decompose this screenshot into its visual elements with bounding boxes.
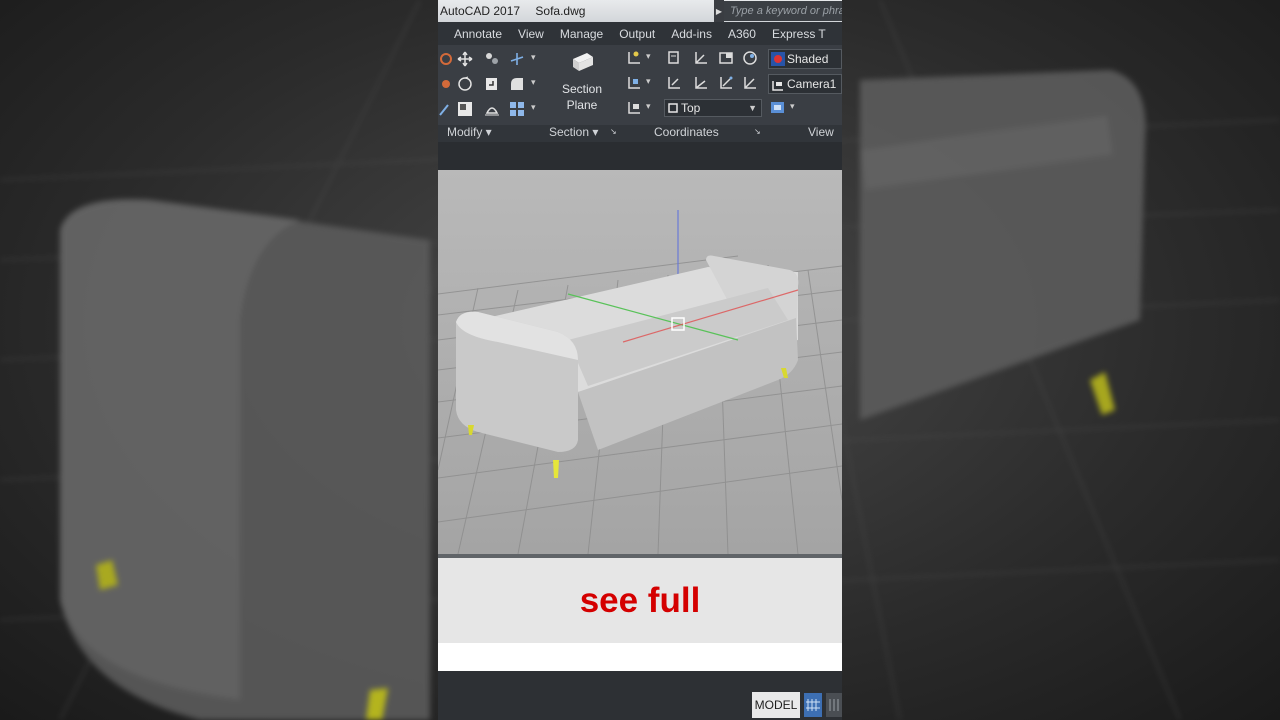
ucs-view-dropdown-icon[interactable]: ▾ [646, 101, 651, 112]
ucs-dropdown-icon[interactable]: ▾ [646, 51, 651, 62]
section-launcher-icon[interactable]: ↘ [610, 127, 617, 136]
caption-banner: see full [438, 558, 842, 643]
ucs-view-icon[interactable] [626, 100, 642, 116]
panel-view-label[interactable]: View [808, 125, 834, 139]
ucs-previous-icon[interactable] [742, 50, 758, 66]
copy-icon[interactable] [484, 51, 500, 67]
camera-button[interactable]: Camera1 [768, 74, 842, 94]
visual-style-label: Shaded [787, 52, 829, 66]
sofa-leg-front-left [553, 460, 559, 478]
section-plane-label-line1: Section [561, 82, 603, 96]
camera-label: Camera1 [787, 77, 837, 91]
ribbon-panel-titles: Modify ▾ Section ▾ ↘ Coordinates ↘ View [438, 125, 842, 142]
ribbon-panel-area: ▾ ▾ ▾ Section Plane ▾ ▾ ▾ Top ▼ Shaded C… [438, 45, 842, 125]
tab-view[interactable]: View [518, 27, 544, 41]
model-space-button[interactable]: MODEL [752, 692, 800, 718]
mirror-icon[interactable] [438, 76, 454, 92]
model-viewport[interactable] [438, 170, 842, 554]
rectangular-array-icon[interactable] [509, 101, 525, 117]
offset-icon[interactable] [484, 101, 500, 117]
section-plane-button[interactable]: Section Plane [553, 51, 611, 113]
coordinates-launcher-icon[interactable]: ↘ [754, 127, 761, 136]
shaded-style-icon [771, 52, 785, 66]
tab-output[interactable]: Output [619, 27, 655, 41]
command-line[interactable] [438, 643, 842, 671]
search-input[interactable]: Type a keyword or phra [724, 1, 842, 21]
camera-icon [772, 81, 783, 91]
screen: AutoCAD 2017 Sofa.dwg ▶ Type a keyword o… [0, 0, 1280, 720]
array-icon[interactable] [457, 101, 473, 117]
ucs-preset-value: Top [681, 101, 701, 115]
trim-icon[interactable] [509, 51, 525, 67]
ucs-world-icon[interactable] [718, 50, 734, 66]
tab-annotate[interactable]: Annotate [454, 27, 502, 41]
section-plane-label-line2: Plane [566, 98, 598, 112]
ribbon-tabs: Annotate View Manage Output Add-ins A360… [438, 22, 842, 45]
ucs-icon[interactable] [626, 50, 642, 66]
ucs-preset-combo[interactable]: Top ▼ [664, 99, 762, 117]
rotate-circle-icon[interactable] [457, 76, 473, 92]
ucs-x-icon[interactable] [626, 75, 642, 91]
move-icon[interactable] [457, 51, 473, 67]
viewport-config-icon[interactable] [770, 100, 786, 116]
caption-text: see full [579, 580, 701, 620]
ucs-3point-icon[interactable] [718, 75, 734, 91]
panel-modify[interactable]: Modify ▾ [447, 125, 492, 139]
tab-manage[interactable]: Manage [560, 27, 603, 41]
trim-dropdown-icon[interactable]: ▾ [531, 52, 536, 63]
tab-express-tools[interactable]: Express T [772, 27, 826, 41]
autocad-window: AutoCAD 2017 Sofa.dwg ▶ Type a keyword o… [438, 0, 842, 720]
panel-section-label: Section [549, 125, 590, 139]
panel-coordinates-label[interactable]: Coordinates [654, 125, 719, 139]
rotate-icon[interactable] [438, 51, 454, 67]
ucs-named-icon[interactable] [666, 50, 682, 66]
file-tab-strip [438, 142, 842, 170]
title-bar: AutoCAD 2017 Sofa.dwg ▶ Type a keyword o… [438, 0, 842, 22]
view-cube-icon [668, 103, 678, 113]
fillet-icon[interactable] [509, 76, 525, 92]
ucs-origin-icon[interactable] [693, 50, 709, 66]
snap-mode-icon[interactable] [826, 693, 842, 717]
scale-icon[interactable] [484, 76, 500, 92]
ucs-x-dropdown-icon[interactable]: ▾ [646, 76, 651, 87]
panel-section[interactable]: Section ▾ [549, 125, 598, 139]
ucs-z-icon[interactable] [693, 75, 709, 91]
tab-add-ins[interactable]: Add-ins [671, 27, 712, 41]
panel-modify-label: Modify [447, 125, 483, 139]
tab-a360[interactable]: A360 [728, 27, 756, 41]
sofa-3d-scene [438, 210, 842, 554]
section-plane-icon [573, 53, 593, 71]
visual-style-button[interactable]: Shaded [768, 49, 842, 69]
expand-arrow-icon[interactable]: ▶ [714, 0, 724, 22]
fillet-dropdown-icon[interactable]: ▾ [531, 77, 536, 88]
viewport-config-dropdown-icon[interactable]: ▾ [790, 101, 795, 112]
array-dropdown-icon[interactable]: ▾ [531, 102, 536, 113]
ucs-object-icon[interactable] [742, 75, 758, 91]
grid-display-icon[interactable] [804, 693, 822, 717]
stretch-icon[interactable] [438, 101, 454, 117]
file-name: Sofa.dwg [535, 4, 586, 18]
chevron-down-icon: ▼ [748, 103, 757, 113]
ucs-y-icon[interactable] [666, 75, 682, 91]
app-title: AutoCAD 2017 [440, 4, 521, 18]
